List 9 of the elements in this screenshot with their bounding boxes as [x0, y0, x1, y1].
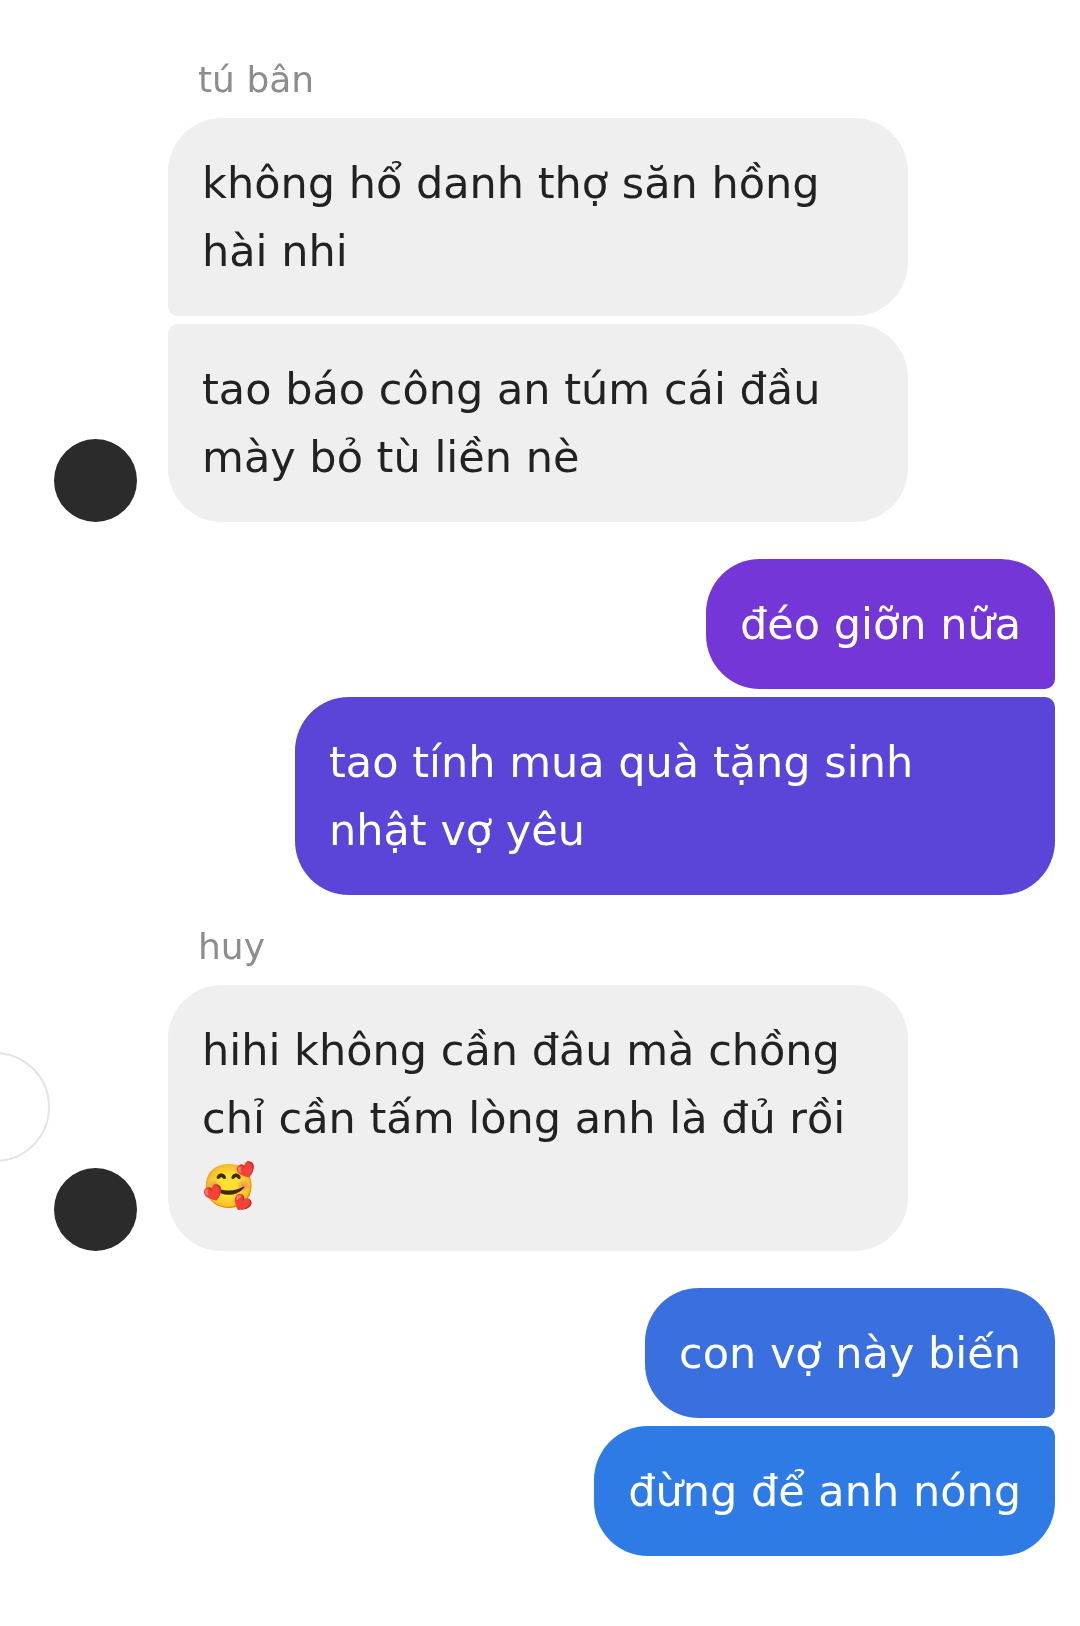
sender-name: tú bân — [198, 58, 316, 102]
message-bubble[interactable]: tao tính mua quà tặng sinh nhật vợ yêu — [295, 697, 1055, 895]
message-bubble[interactable]: đéo giỡn nữa — [705, 559, 1055, 689]
sender-name: huy — [198, 925, 266, 969]
message-bubble[interactable]: hihi không cần đâu mà chồng chỉ cần tấm lòng anh là đủ rồi 🥰 — [168, 985, 908, 1251]
message-bubble[interactable]: tao báo công an túm cái đầu mày bỏ tù liền nè — [168, 324, 908, 522]
message-bubble[interactable]: không hổ danh thợ săn hồng hài nhi — [168, 118, 908, 316]
message-bubble[interactable]: con vợ này biến — [645, 1288, 1055, 1418]
message-bubble[interactable]: đừng để anh nóng — [594, 1426, 1055, 1556]
